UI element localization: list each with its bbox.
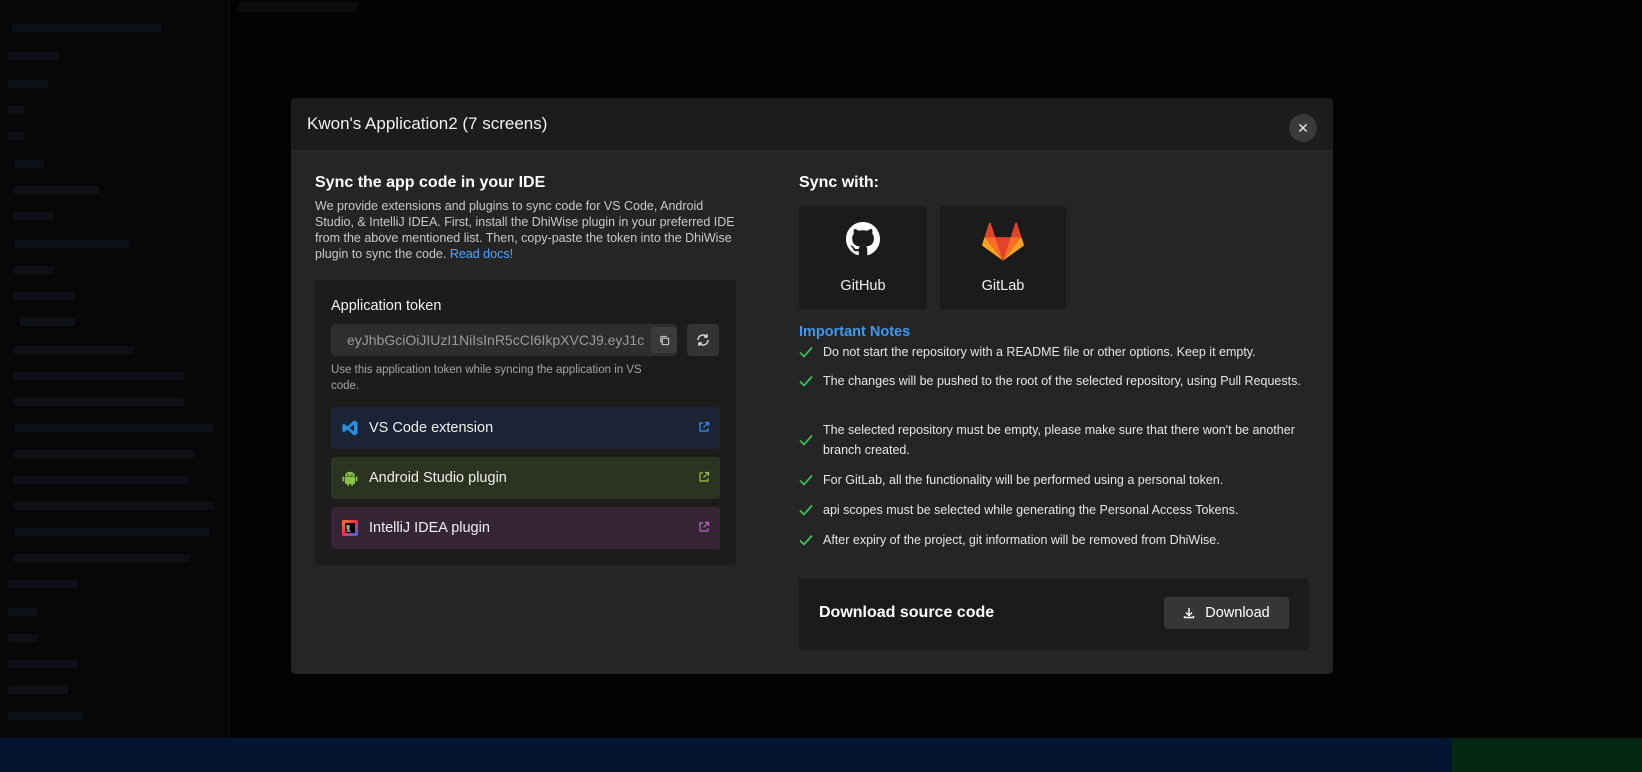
refresh-token-button[interactable] (687, 324, 719, 356)
refresh-icon (697, 334, 709, 346)
note-item: The changes will be pushed to the root o… (799, 371, 1309, 391)
note-item: api scopes must be selected while genera… (799, 500, 1309, 520)
android-studio-plugin-link[interactable]: Android Studio plugin (331, 457, 720, 499)
note-text: The changes will be pushed to the root o… (823, 374, 1301, 388)
note-item: Do not start the repository with a READM… (799, 342, 1309, 362)
check-icon (799, 534, 813, 546)
note-text: Do not start the repository with a READM… (823, 345, 1256, 359)
token-input[interactable]: eyJhbGciOiJIUzI1NiIsInR5cCI6IkpXVCJ9.eyJ… (331, 324, 677, 356)
read-docs-link[interactable]: Read docs! (450, 247, 513, 261)
note-item: For GitLab, all the functionality will b… (799, 470, 1309, 490)
ide-description-text: We provide extensions and plugins to syn… (315, 199, 735, 261)
external-link-icon (699, 471, 710, 482)
token-hint: Use this application token while syncing… (331, 364, 642, 392)
download-section: Download source code Download (799, 578, 1309, 650)
note-item: The selected repository must be empty, p… (799, 420, 1309, 460)
token-label: Application token (331, 298, 442, 314)
android-icon (342, 471, 358, 486)
svg-text:IJ: IJ (346, 525, 350, 531)
ide-description: We provide extensions and plugins to syn… (315, 198, 737, 262)
note-text: For GitLab, all the functionality will b… (823, 473, 1224, 487)
note-item: After expiry of the project, git informa… (799, 530, 1309, 550)
check-icon (799, 375, 813, 387)
vscode-icon (342, 420, 358, 436)
vscode-extension-label: VS Code extension (369, 420, 494, 436)
important-notes-heading: Important Notes (799, 324, 911, 340)
close-icon: ✕ (1297, 119, 1309, 136)
check-icon (799, 474, 813, 486)
note-text: The selected repository must be empty, p… (823, 423, 1295, 457)
copy-token-button[interactable] (651, 327, 677, 353)
github-label: GitHub (840, 278, 886, 294)
gitlab-icon (982, 222, 1024, 261)
github-icon (846, 222, 880, 256)
close-button[interactable]: ✕ (1289, 114, 1317, 142)
gitlab-button[interactable]: GitLab (940, 206, 1066, 310)
download-button-label: Download (1205, 605, 1270, 621)
note-text: api scopes must be selected while genera… (823, 503, 1239, 517)
intellij-icon: IJ (342, 520, 358, 536)
download-heading: Download source code (819, 604, 995, 621)
github-button[interactable]: GitHub (799, 206, 927, 310)
token-card: Application token eyJhbGciOiJIUzI1NiIsIn… (315, 280, 736, 565)
modal-header: Kwon's Application2 (7 screens) ✕ (291, 98, 1333, 150)
modal-title: Kwon's Application2 (7 screens) (307, 114, 548, 133)
intellij-idea-plugin-link[interactable]: IJ IntelliJ IDEA plugin (331, 507, 720, 549)
vscode-extension-link[interactable]: VS Code extension (331, 407, 720, 449)
sync-section: Sync with: (799, 174, 1309, 192)
check-icon (799, 434, 813, 446)
android-studio-plugin-label: Android Studio plugin (369, 470, 507, 486)
gitlab-label: GitLab (981, 278, 1025, 294)
copy-icon (659, 335, 669, 345)
ide-heading: Sync the app code in your IDE (315, 174, 546, 191)
download-icon (1184, 608, 1195, 619)
sync-heading: Sync with: (799, 174, 880, 191)
intellij-idea-plugin-label: IntelliJ IDEA plugin (369, 520, 490, 536)
external-link-icon (699, 421, 710, 432)
check-icon (799, 346, 813, 358)
ide-section: Sync the app code in your IDE We provide… (315, 174, 737, 262)
sync-modal: Kwon's Application2 (7 screens) ✕ Sync t… (291, 98, 1333, 674)
note-text: After expiry of the project, git informa… (823, 533, 1220, 547)
check-icon (799, 504, 813, 516)
external-link-icon (699, 521, 710, 532)
download-button[interactable]: Download (1164, 597, 1289, 629)
